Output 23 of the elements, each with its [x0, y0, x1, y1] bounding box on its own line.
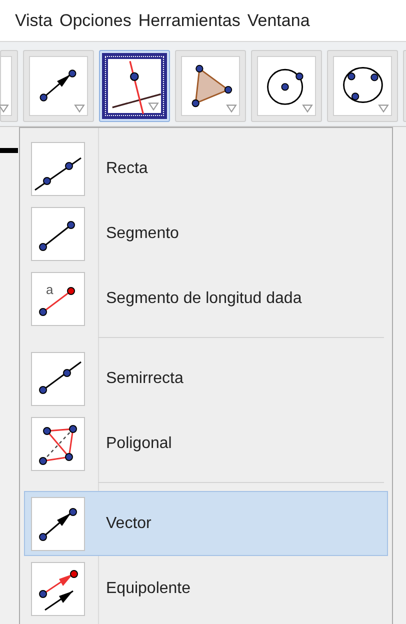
dropdown-caret-icon — [378, 104, 389, 113]
tool-menu-item[interactable]: Semirrecta — [24, 346, 388, 411]
tool-button[interactable] — [251, 50, 322, 122]
tool-menu-item[interactable]: Vector — [24, 491, 388, 556]
tool-button[interactable] — [23, 50, 94, 122]
menu-entry[interactable]: Vista — [15, 10, 52, 30]
dropdown-caret-icon — [74, 104, 85, 113]
tool-menu-item[interactable]: Segmento — [24, 201, 388, 266]
tool-button[interactable] — [175, 50, 246, 122]
line-style-swatch — [0, 148, 18, 152]
menu-entry[interactable]: Opciones — [60, 10, 132, 30]
dropdown-caret-icon — [226, 104, 237, 113]
dropdown-caret-icon — [0, 104, 9, 113]
dropdown-caret-icon — [302, 104, 313, 113]
tool-menu-item[interactable]: Poligonal — [24, 411, 388, 476]
tool-menu-item[interactable]: Recta — [24, 136, 388, 201]
menu-entry[interactable]: Herramientas — [138, 10, 240, 30]
dropdown-caret-icon — [148, 102, 159, 111]
tool-menu-item[interactable]: Equipolente — [24, 556, 388, 621]
tool-menu-item[interactable]: a Segmento de longitud dada — [24, 266, 388, 331]
tool-button[interactable] — [99, 50, 170, 122]
tool-button[interactable] — [327, 50, 398, 122]
menu-entry[interactable]: Ventana — [247, 10, 310, 30]
